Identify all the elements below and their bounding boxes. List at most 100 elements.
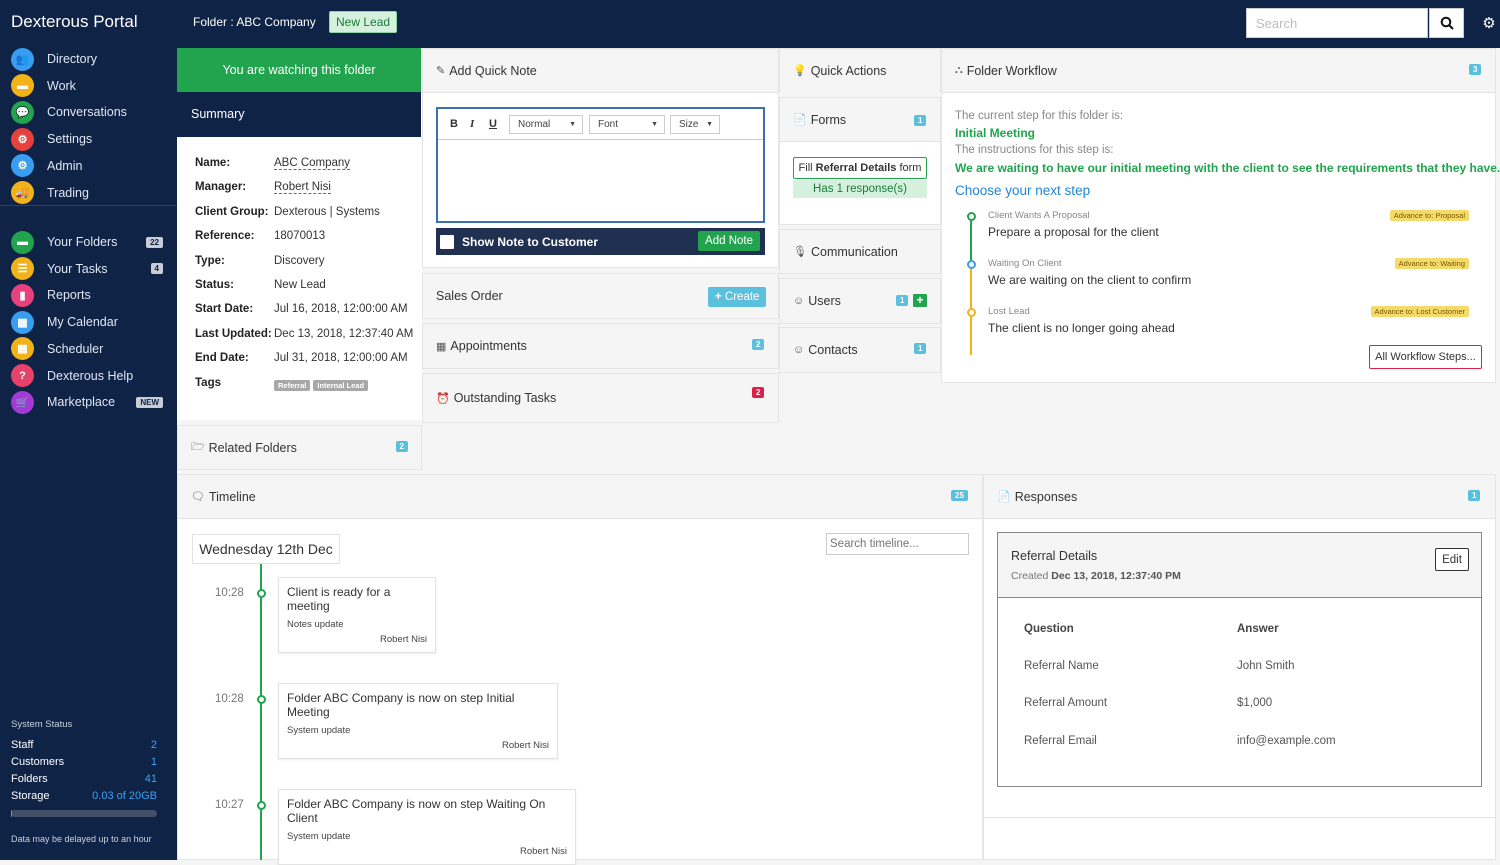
sidebar-item-scheduler[interactable]: ▦Scheduler: [0, 336, 177, 362]
settings-gear-icon[interactable]: ⚙: [1479, 14, 1499, 34]
fill-form-button[interactable]: Fill Referral Details form: [793, 157, 927, 179]
sidebar-item-conversations[interactable]: 💬Conversations: [0, 99, 177, 125]
format-select[interactable]: Normal▼: [509, 115, 583, 134]
summary-field-label: End Date:: [195, 352, 275, 364]
cart-icon: 🛒: [11, 391, 34, 414]
timeline-event-title: Folder ABC Company is now on step Waitin…: [287, 797, 567, 825]
italic-button[interactable]: I: [470, 118, 474, 130]
calendar-icon: ▦: [436, 340, 446, 353]
quick-actions-title: Quick Actions: [811, 64, 887, 78]
size-select[interactable]: Size▼: [670, 115, 720, 134]
sidebar-item-directory[interactable]: 👥Directory: [0, 46, 177, 72]
search-input[interactable]: [1246, 8, 1428, 38]
lightbulb-icon: 💡: [793, 64, 807, 77]
show-note-bar: Show Note to Customer Add Note: [436, 228, 765, 255]
summary-field-label: Name:: [195, 157, 275, 169]
workflow-title: Folder Workflow: [967, 64, 1057, 78]
edit-icon: ✎: [436, 64, 445, 77]
all-workflow-steps-button[interactable]: All Workflow Steps...: [1369, 345, 1482, 369]
outstanding-tasks-panel[interactable]: ⏰Outstanding Tasks 2: [422, 373, 779, 423]
edit-response-button[interactable]: Edit: [1435, 548, 1469, 571]
create-sales-order-button[interactable]: + Create: [708, 287, 766, 307]
users-panel[interactable]: ☺Users 1 +: [779, 278, 941, 324]
cogs-icon: ⚙: [11, 128, 34, 151]
response-answer: John Smith: [1237, 660, 1295, 672]
summary-field-value: 18070013: [274, 230, 325, 242]
system-status-row: Staff2: [11, 736, 157, 753]
tag-badge[interactable]: Referral: [274, 380, 310, 391]
timeline-count: 25: [951, 490, 968, 501]
appointments-panel[interactable]: ▦Appointments 2: [422, 323, 779, 369]
contacts-panel[interactable]: ☺Contacts 1: [779, 327, 941, 373]
sidebar-item-admin[interactable]: ⚙Admin: [0, 153, 177, 179]
sidebar-item-marketplace[interactable]: 🛒MarketplaceNEW: [0, 389, 177, 415]
advance-step-button[interactable]: Advance to: Lost Customer: [1371, 306, 1469, 317]
font-select[interactable]: Font▼: [589, 115, 665, 134]
bold-button[interactable]: B: [450, 118, 458, 130]
response-question: Referral Amount: [1024, 697, 1107, 709]
communication-title: Communication: [811, 245, 898, 259]
show-note-checkbox[interactable]: [440, 235, 454, 249]
system-status-label: Folders: [11, 773, 48, 785]
sidebar-item-your-folders[interactable]: ▬Your Folders22: [0, 229, 177, 255]
sidebar-item-label: Directory: [47, 52, 97, 66]
sidebar-item-dexterous-help[interactable]: ?Dexterous Help: [0, 363, 177, 389]
timeline-event-card[interactable]: Client is ready for a meetingNotes updat…: [278, 577, 436, 653]
sidebar-item-trading[interactable]: 🚚Trading: [0, 180, 177, 206]
sidebar-item-your-tasks[interactable]: ☰Your Tasks4: [0, 256, 177, 282]
add-user-icon[interactable]: +: [913, 294, 927, 307]
timeline-dot: [257, 589, 266, 598]
tag-badge[interactable]: Internal Lead: [313, 380, 368, 391]
comments-icon: 🗨: [191, 490, 205, 503]
font-select-value: Font: [598, 119, 618, 130]
communication-panel[interactable]: 🎙Communication: [779, 229, 941, 274]
sidebar-item-my-calendar[interactable]: ▦My Calendar: [0, 309, 177, 335]
workflow-step[interactable]: Client Wants A ProposalPrepare a proposa…: [988, 210, 1159, 239]
watching-banner[interactable]: You are watching this folder: [177, 48, 421, 92]
folder-icon: ▬: [11, 231, 34, 254]
created-label: Created: [1011, 570, 1048, 582]
summary-field-value[interactable]: ABC Company: [274, 157, 350, 170]
sidebar-item-reports[interactable]: ▮Reports: [0, 282, 177, 308]
truck-icon: 🚚: [11, 181, 34, 204]
system-status-row: Storage0.03 of 20GB: [11, 787, 157, 804]
response-question: Referral Name: [1024, 660, 1099, 672]
tasks-icon: ☰: [11, 257, 34, 280]
timeline-time: 10:27: [215, 799, 244, 811]
user-circle-icon: ☺: [793, 295, 804, 307]
fill-form-prefix: Fill: [799, 162, 813, 174]
search-icon: [1440, 16, 1454, 30]
add-note-button[interactable]: Add Note: [698, 231, 760, 251]
timeline-search-input[interactable]: [826, 533, 969, 555]
workflow-step[interactable]: Lost LeadThe client is no longer going a…: [988, 306, 1175, 335]
responses-divider: [984, 817, 1495, 818]
calendar-icon: ▦: [11, 311, 34, 334]
app-title[interactable]: Dexterous Portal: [11, 12, 138, 32]
sidebar-item-label: Work: [47, 79, 76, 93]
timeline-event-title: Folder ABC Company is now on step Initia…: [287, 691, 549, 719]
contact-circle-icon: ☺: [793, 344, 804, 356]
timeline-event-card[interactable]: Folder ABC Company is now on step Waitin…: [278, 789, 576, 865]
timeline-event-title: Client is ready for a meeting: [287, 585, 427, 613]
underline-button[interactable]: U: [489, 118, 497, 130]
related-folders-panel[interactable]: 🗁Related Folders 2: [177, 425, 422, 470]
timeline-event-card[interactable]: Folder ABC Company is now on step Initia…: [278, 683, 558, 759]
sidebar-item-settings[interactable]: ⚙Settings: [0, 126, 177, 152]
format-select-value: Normal: [518, 119, 550, 130]
note-editor[interactable]: B I U Normal▼ Font▼ Size▼: [436, 107, 765, 223]
form-responses-count[interactable]: Has 1 response(s): [793, 180, 927, 198]
summary-field-label: Manager:: [195, 181, 275, 193]
timeline-title: Timeline: [209, 490, 256, 504]
summary-field-value[interactable]: Robert Nisi: [274, 181, 331, 194]
response-answer: $1,000: [1237, 697, 1272, 709]
workflow-step-desc: We are waiting on the client to confirm: [988, 273, 1191, 287]
sidebar-item-work[interactable]: ▬Work: [0, 73, 177, 99]
advance-step-button[interactable]: Advance to: Proposal: [1390, 210, 1469, 221]
top-bar: Dexterous Portal Folder : ABC Company Ne…: [0, 0, 1500, 48]
related-folders-label: Related Folders: [209, 441, 297, 455]
workflow-step[interactable]: Waiting On ClientWe are waiting on the c…: [988, 258, 1191, 287]
help-icon: ?: [11, 364, 34, 387]
advance-step-button[interactable]: Advance to: Waiting: [1395, 258, 1469, 269]
search-button[interactable]: [1429, 8, 1464, 38]
response-card-header: [998, 533, 1481, 598]
